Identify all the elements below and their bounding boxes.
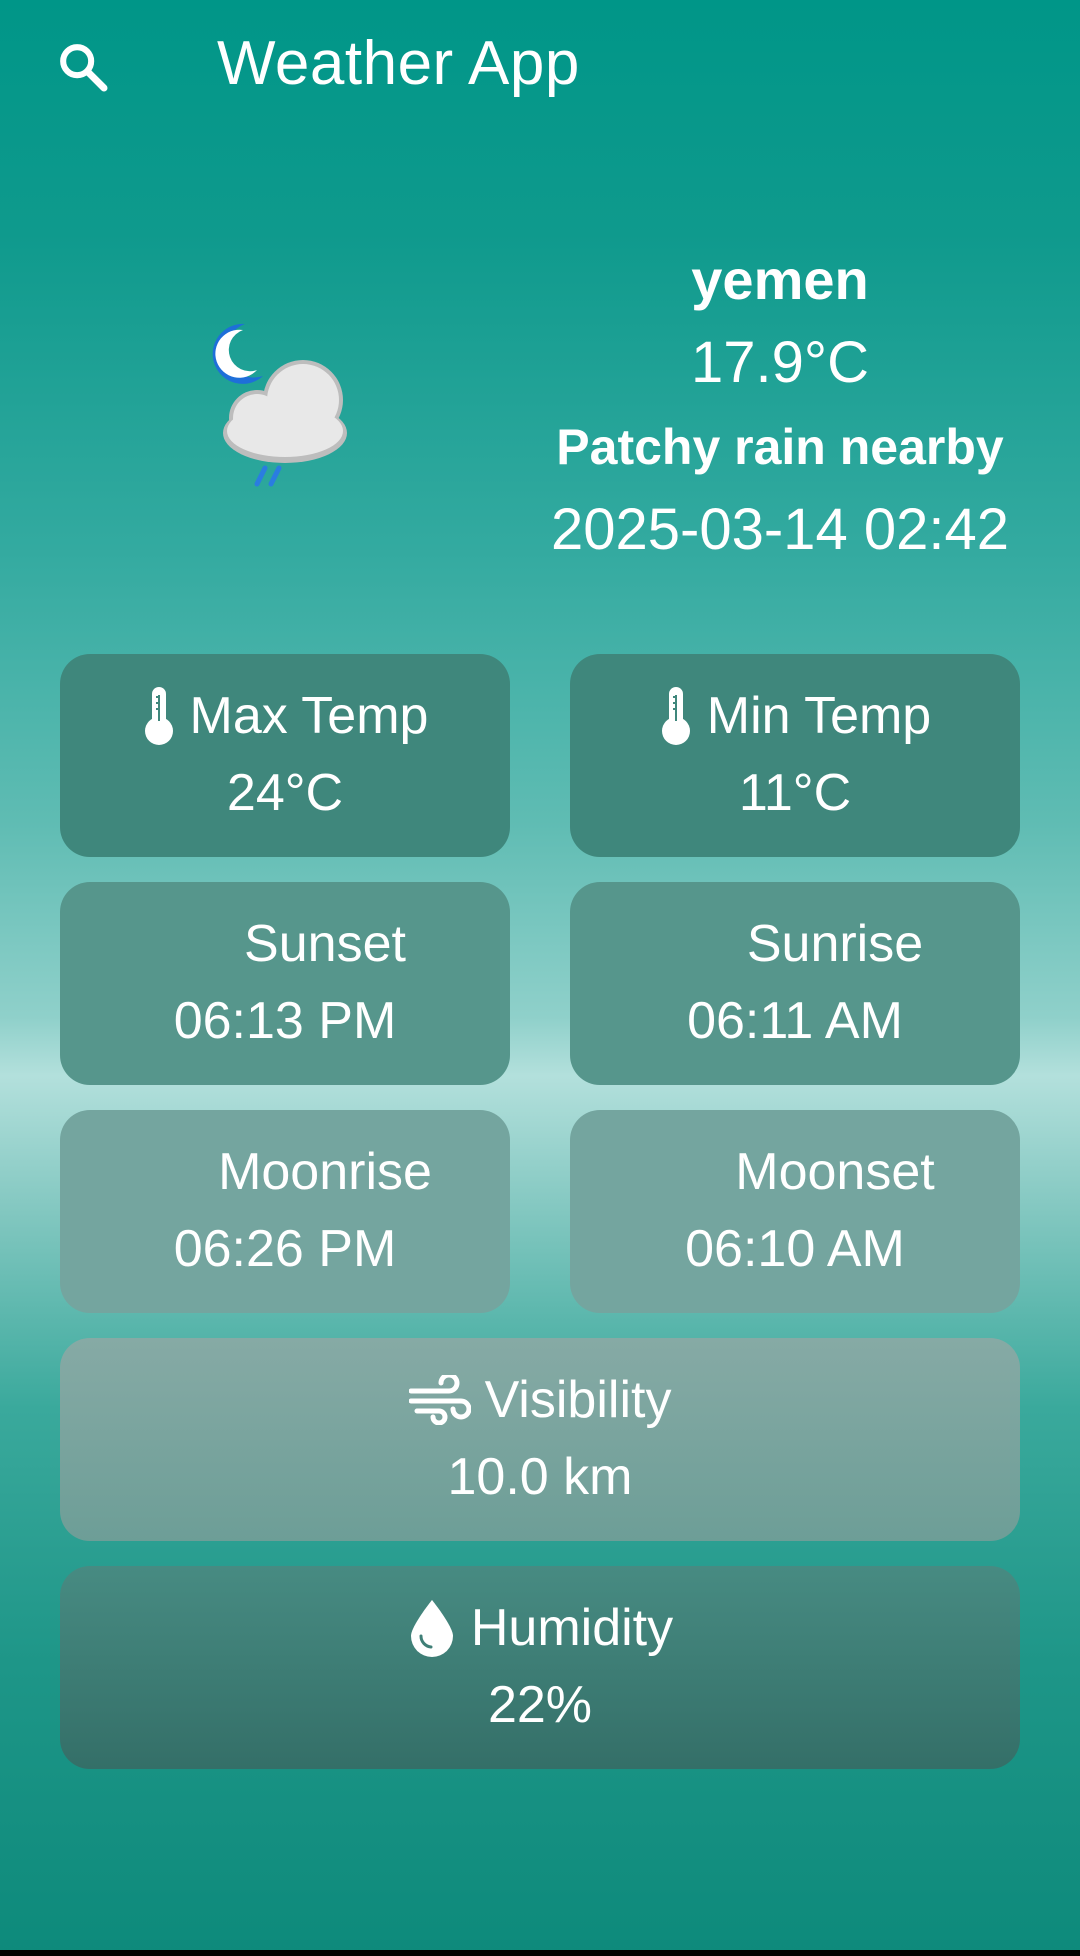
humidity-label: Humidity <box>470 1599 674 1657</box>
min-temp-value: 11°C <box>738 764 852 822</box>
thermometer-icon <box>144 687 173 745</box>
visibility-card: Visibility 10.0 km <box>60 1338 1020 1541</box>
thermometer-icon <box>661 687 690 745</box>
humidity-card: Humidity 22% <box>60 1566 1020 1769</box>
sunset-card: Sunset 06:13 PM <box>60 882 510 1085</box>
local-datetime: 2025-03-14 02:42 <box>551 497 1009 562</box>
system-nav-bar <box>0 1950 1080 1956</box>
sunrise-value: 06:11 AM <box>687 992 903 1050</box>
sunset-value: 06:13 PM <box>173 992 397 1050</box>
current-weather-info: yemen 17.9°C Patchy rain nearby 2025-03-… <box>520 240 1040 572</box>
current-temperature: 17.9°C <box>691 330 869 395</box>
moonset-label: Moonset <box>735 1143 935 1201</box>
sunrise-card: Sunrise 06:11 AM <box>570 882 1020 1085</box>
min-temp-card: Min Temp 11°C <box>570 654 1020 857</box>
sunrise-label: Sunrise <box>746 915 924 973</box>
visibility-value: 10.0 km <box>447 1448 633 1506</box>
water-drop-icon <box>410 1600 453 1657</box>
moonrise-card: Moonrise 06:26 PM <box>60 1110 510 1313</box>
max-temp-label: Max Temp <box>189 687 429 745</box>
search-icon <box>60 44 108 92</box>
wind-icon <box>408 1375 471 1425</box>
app-bar: Weather App <box>0 0 1080 130</box>
moonset-card: Moonset 06:10 AM <box>570 1110 1020 1313</box>
humidity-value: 22% <box>487 1676 593 1734</box>
moonset-value: 06:10 AM <box>685 1220 905 1278</box>
moonrise-label: Moonrise <box>218 1143 432 1201</box>
visibility-label: Visibility <box>484 1371 672 1429</box>
min-temp-label: Min Temp <box>706 687 932 745</box>
city-name: yemen <box>691 248 869 311</box>
moonrise-value: 06:26 PM <box>173 1220 397 1278</box>
search-button[interactable] <box>50 34 116 100</box>
app-title: Weather App <box>217 29 580 98</box>
max-temp-card: Max Temp 24°C <box>60 654 510 857</box>
night-rain-cloud-icon <box>205 318 370 493</box>
max-temp-value: 24°C <box>226 764 344 822</box>
sunset-label: Sunset <box>244 915 406 973</box>
weather-condition: Patchy rain nearby <box>556 419 1004 475</box>
